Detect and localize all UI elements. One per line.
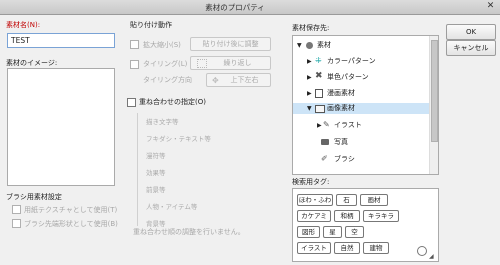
layering-note: 重ね合わせ順の調整を行いません。 [133,228,245,236]
tag-item[interactable]: イラスト [297,242,331,254]
expand-arrow-icon[interactable]: ▼ [297,40,302,51]
tree-node-label: 写真 [334,138,348,146]
photo-icon [321,139,329,145]
close-icon[interactable]: ✕ [485,1,496,12]
tree-scrollbar[interactable] [429,36,438,174]
material-properties-dialog: 素材のプロパティ ✕ 素材名(N): TEST 素材のイメージ: ブラシ用素材設… [0,0,500,265]
brush-tip-checkbox[interactable] [12,219,21,228]
tree-node-illust[interactable]: ▶ ✎ イラスト [293,120,431,131]
layer-item-drawn-text[interactable]: 描き文字等 [146,116,179,126]
paper-texture-label: 用紙テクスチャとして使用(T) [24,206,118,214]
material-name-field[interactable]: TEST [7,33,115,48]
scale-dropdown[interactable]: 貼り付け後に調整 [190,37,271,51]
save-destination-tree[interactable]: ▼ 素材 ▶ ⁜ カラーパターン ▶ ✖ 単色パターン ▶ 漫画素材 ▼ 画像素… [292,35,439,175]
tree-node-manga[interactable]: ▶ 漫画素材 [293,88,431,99]
layer-item-effects[interactable]: 効果等 [146,167,166,177]
brush-icon: ✐ [321,154,328,163]
tree-node-label: 画像素材 [327,104,355,112]
ok-button[interactable]: OK [446,24,496,40]
tag-item[interactable]: 建物 [363,242,389,254]
tiling-label: タイリング(L) [143,60,188,68]
expand-arrow-icon[interactable]: ▶ [317,120,322,131]
tree-node-photo[interactable]: 写真 [293,137,431,148]
cancel-button[interactable]: キャンセル [446,40,496,56]
material-name-value: TEST [11,36,30,45]
manga-icon [315,89,323,98]
brush-tip-label: ブラシ先端形状として使用(B) [24,220,118,228]
tiling-direction-dropdown[interactable]: ✥ 上下左右 [206,73,271,87]
layer-item-characters[interactable]: 人物・アイテム等 [146,201,197,211]
move-arrows-icon: ✥ [212,76,219,85]
expand-arrow-icon[interactable]: ▶ [307,88,312,99]
resize-grip-icon[interactable]: ◢ [429,253,434,260]
tree-node-image-material[interactable]: ▼ 画像素材 [293,103,431,114]
tag-item[interactable]: 図形 [297,226,320,238]
search-tags-area[interactable]: ほわ・ふわ 石 画材 カケアミ 和柄 キラキラ 図形 星 空 イラスト 自然 建… [292,188,439,262]
add-tag-icon[interactable] [417,246,427,256]
tag-item[interactable]: キラキラ [363,210,399,222]
tiling-direction-label: タイリング方向 [143,76,192,84]
tiling-pattern-icon [197,59,207,68]
tree-node-label: 単色パターン [327,73,369,81]
tree-node-label: イラスト [334,121,362,129]
layering-list-divider [137,113,138,226]
tree-node-root[interactable]: ▼ 素材 [293,40,431,51]
tree-node-label: ブラシ [334,155,355,163]
window-title: 素材のプロパティ [205,3,265,12]
scale-dropdown-value: 貼り付け後に調整 [202,40,259,48]
mono-pattern-icon: ✖ [315,71,323,81]
scale-checkbox[interactable] [130,40,139,49]
expand-arrow-icon[interactable]: ▶ [307,72,312,83]
layering-checkbox[interactable] [127,98,136,107]
tree-node-label: 漫画素材 [327,89,355,97]
layer-item-balloon-text[interactable]: フキダシ・テキスト等 [146,133,211,143]
tiling-direction-value: 上下左右 [230,76,259,84]
save-destination-label: 素材保存先: [292,24,330,32]
material-image-preview[interactable] [7,68,115,186]
tag-item[interactable]: ほわ・ふわ [297,194,333,206]
tag-item[interactable]: 自然 [334,242,360,254]
tag-item[interactable]: カケアミ [297,210,331,222]
tiling-dropdown[interactable]: 繰り返し [190,56,271,70]
tag-item[interactable]: 画材 [360,194,388,206]
tiling-checkbox[interactable] [130,60,139,69]
tree-node-color-pattern[interactable]: ▶ ⁜ カラーパターン [293,56,431,67]
material-name-label: 素材名(N): [6,21,41,29]
tag-item[interactable]: 空 [345,226,364,238]
tree-node-brush[interactable]: ✐ ブラシ [293,154,431,165]
color-pattern-icon: ⁜ [315,56,322,65]
tree-node-mono-pattern[interactable]: ▶ ✖ 単色パターン [293,72,431,83]
cancel-button-label: キャンセル [453,44,489,52]
paste-behavior-heading: 貼り付け動作 [130,21,172,29]
illust-icon: ✎ [323,120,330,129]
layer-item-manpu[interactable]: 漫符等 [146,150,166,160]
tree-node-label: 素材 [317,41,331,49]
title-bar: 素材のプロパティ ✕ [0,0,500,15]
globe-icon [306,42,313,49]
layering-label: 重ね合わせの指定(O) [139,98,206,106]
ok-button-label: OK [465,28,477,36]
image-icon [315,105,325,113]
tag-item[interactable]: 和柄 [334,210,360,222]
brush-settings-heading: ブラシ用素材設定 [6,193,62,201]
search-tags-label: 検索用タグ: [292,178,330,186]
layer-item-foreground[interactable]: 前景等 [146,184,166,194]
expand-arrow-icon[interactable]: ▶ [307,56,312,67]
tiling-dropdown-value: 繰り返し [223,59,252,67]
tree-scrollbar-thumb[interactable] [431,40,438,142]
collapse-arrow-icon[interactable]: ▼ [307,103,312,114]
scale-label: 拡大縮小(S) [143,41,181,49]
tag-item[interactable]: 星 [323,226,342,238]
tree-node-label: カラーパターン [327,57,376,65]
tag-item[interactable]: 石 [336,194,357,206]
material-image-label: 素材のイメージ: [6,59,58,67]
paper-texture-checkbox[interactable] [12,205,21,214]
